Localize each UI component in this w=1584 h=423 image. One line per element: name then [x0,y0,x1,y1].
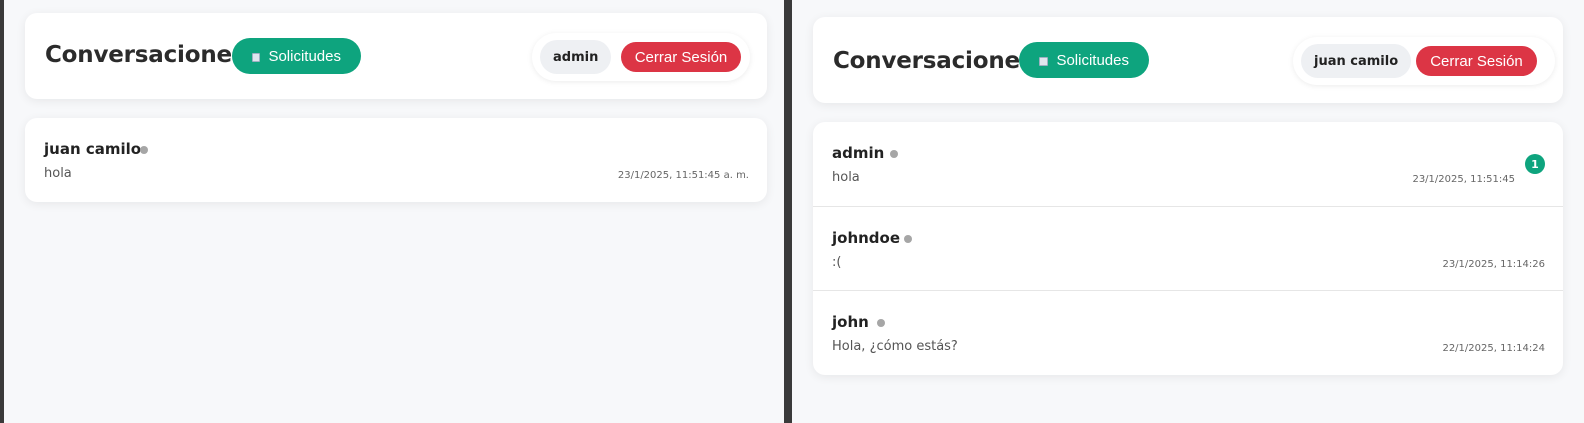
status-dot-icon [140,146,148,154]
conversation-item[interactable]: admin hola 1 23/1/2025, 11:51:45 [813,122,1563,206]
message-time: 23/1/2025, 11:51:45 [1412,174,1515,185]
header-card: Conversaciones Solicitudes admin Cerrar … [25,13,767,99]
message-time: 23/1/2025, 11:14:26 [1442,259,1545,270]
requests-button[interactable]: Solicitudes [232,38,361,74]
last-message: Hola, ¿cómo estás? [832,339,958,354]
conversation-list: admin hola 1 23/1/2025, 11:51:45 johndoe… [813,122,1563,375]
user-controls: admin Cerrar Sesión [532,33,750,81]
status-dot-icon [877,319,885,327]
status-dot-icon [890,150,898,158]
mail-icon [1039,56,1049,66]
contact-name: juan camilo [44,140,142,158]
requests-button[interactable]: Solicitudes [1019,42,1149,78]
last-message: :( [832,255,842,270]
requests-label: Solicitudes [268,47,341,65]
conversation-item[interactable]: juan camilo hola 23/1/2025, 11:51:45 a. … [25,118,767,202]
conversation-item[interactable]: johndoe :( 23/1/2025, 11:14:26 [813,206,1563,290]
mail-icon [252,52,261,62]
logout-button[interactable]: Cerrar Sesión [1416,46,1537,76]
contact-name: john [832,313,869,331]
conversation-item[interactable]: john Hola, ¿cómo estás? 22/1/2025, 11:14… [813,290,1563,374]
username-badge: admin [540,40,612,74]
message-time: 23/1/2025, 11:51:45 a. m. [617,170,749,181]
page-title: Conversaciones [833,48,1034,74]
page-title: Conversaciones [45,42,246,68]
logout-button[interactable]: Cerrar Sesión [621,42,741,72]
conversation-list: juan camilo hola 23/1/2025, 11:51:45 a. … [25,118,767,202]
requests-label: Solicitudes [1056,51,1129,69]
status-dot-icon [904,235,912,243]
contact-name: admin [832,144,885,162]
left-window: Conversaciones Solicitudes admin Cerrar … [4,0,784,423]
right-window: Conversaciones Solicitudes juan camilo C… [792,0,1584,423]
message-time: 22/1/2025, 11:14:24 [1442,343,1545,354]
header-card: Conversaciones Solicitudes juan camilo C… [813,17,1563,103]
user-controls: juan camilo Cerrar Sesión [1293,37,1555,85]
contact-name: johndoe [832,229,901,247]
last-message: hola [832,170,860,185]
last-message: hola [44,166,72,181]
username-badge: juan camilo [1301,44,1412,78]
unread-count-badge: 1 [1525,154,1545,174]
